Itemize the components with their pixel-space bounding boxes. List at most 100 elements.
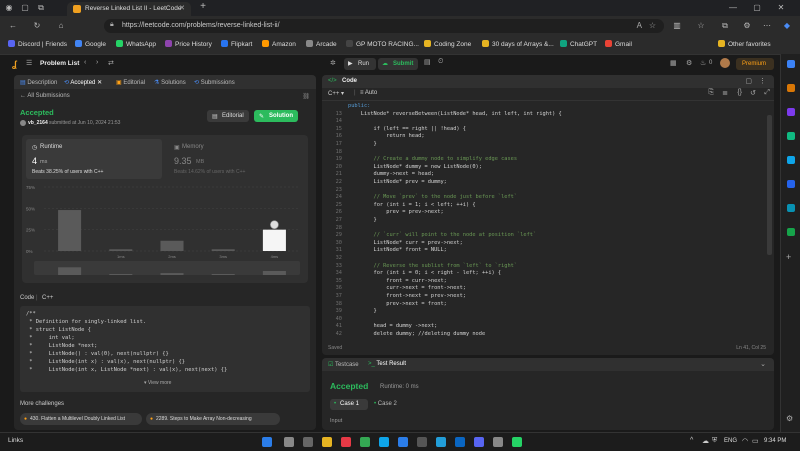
browser-tab-active[interactable]: Reverse Linked List II - LeetCode ✕ (67, 2, 191, 16)
app-icon[interactable] (493, 437, 503, 447)
refresh-icon[interactable]: ↻ (32, 21, 42, 31)
taskbar-links[interactable]: Links (8, 437, 23, 444)
bookmark-item[interactable]: GP MOTO RACING... (346, 40, 419, 48)
app-icon[interactable] (341, 437, 351, 447)
next-problem-icon[interactable]: › (96, 59, 98, 66)
notes-icon[interactable]: ▤ (424, 58, 431, 66)
add-icon[interactable]: + (786, 252, 791, 262)
bookmark-item[interactable]: 30 days of Arrays &... (482, 40, 554, 48)
bookmark-item[interactable]: Flipkart (221, 40, 252, 48)
braces-icon[interactable]: {} (737, 89, 742, 96)
link-icon[interactable]: ⛓ (302, 93, 310, 100)
read-aloud-icon[interactable]: A (637, 21, 642, 30)
url-input[interactable]: 🔒︎ https://leetcode.com/problems/reverse… (104, 19, 664, 33)
tools-icon[interactable] (787, 108, 795, 116)
runtime-card[interactable]: ◷ Runtime 4 ms Beats 38.25% of users wit… (26, 139, 162, 179)
tab-submissions[interactable]: ⟲ Submissions (194, 79, 235, 86)
more-icon[interactable]: ⋯ (762, 21, 772, 31)
bookmark-item[interactable]: Amazon (262, 40, 296, 48)
home-icon[interactable]: ⌂ (56, 21, 66, 31)
task-view-icon[interactable] (303, 437, 313, 447)
challenge-chip[interactable]: ● 430. Flatten a Multilevel Doubly Linke… (20, 413, 142, 425)
code-area[interactable]: public: 13 ListNode* reverseBetween(ListN… (322, 101, 766, 345)
favorites-icon[interactable]: ☆ (696, 21, 706, 31)
format-icon[interactable]: ≣ (722, 89, 728, 97)
bookmark-item[interactable]: WhatsApp (116, 40, 156, 48)
outlook-icon[interactable] (787, 156, 795, 164)
submit-button[interactable]: ☁ Submit (378, 58, 418, 70)
chart-bar[interactable] (160, 240, 184, 251)
view-more-button[interactable]: ▾ View more (144, 380, 171, 386)
solution-button[interactable]: ✎ Solution (254, 110, 298, 122)
bookmark-icon[interactable]: ⎘ (708, 89, 714, 97)
challenge-chip[interactable]: ● 2289. Steps to Make Array Non-decreasi… (146, 413, 280, 425)
file-explorer-icon[interactable] (322, 437, 332, 447)
timer-icon[interactable]: ⏲ (438, 58, 443, 66)
bookmark-item[interactable]: Gmail (605, 40, 632, 48)
premium-button[interactable]: Premium (736, 58, 774, 70)
bookmark-item[interactable]: Google (75, 40, 106, 48)
clock-time[interactable]: 9:34 PM (764, 438, 786, 444)
all-submissions-link[interactable]: ← All Submissions (20, 93, 70, 99)
bookmark-item[interactable]: Price History (165, 40, 212, 48)
edge-icon[interactable] (379, 437, 389, 447)
username[interactable]: vb_2164 (28, 120, 48, 126)
bookmark-item[interactable]: Discord | Friends (8, 40, 67, 48)
reset-icon[interactable]: ↺ (750, 89, 756, 97)
layout-icon[interactable]: ▦ (670, 59, 677, 67)
app-icon[interactable] (417, 437, 427, 447)
tab-testcase[interactable]: ☑ Testcase (328, 361, 359, 368)
collapse-icon[interactable]: ⌄ (760, 360, 766, 368)
tab-editorial[interactable]: ▣ Editorial (116, 79, 145, 86)
onedrive-icon[interactable]: ☁ (702, 437, 709, 445)
bookmark-item[interactable]: Arcade (306, 40, 337, 48)
list-icon[interactable]: ☰ (26, 59, 32, 67)
debug-icon[interactable]: ✲ (330, 59, 336, 67)
leetcode-logo-icon[interactable]: ʆ (12, 59, 22, 69)
maximize-panel-icon[interactable]: ▢ (745, 77, 752, 85)
profile-icon[interactable]: ◉ (4, 3, 14, 13)
language-select[interactable]: C++ ▾ (328, 90, 344, 97)
whatsapp-icon[interactable] (512, 437, 522, 447)
fire-icon[interactable]: ♨ (700, 59, 706, 67)
editorial-button[interactable]: ▤ Editorial (207, 110, 249, 122)
bookmark-item[interactable]: ChatGPT (560, 40, 597, 48)
shuffle-icon[interactable]: ⇄ (108, 59, 114, 67)
workspaces-icon[interactable]: ▢ (20, 3, 30, 13)
chrome-icon[interactable] (360, 437, 370, 447)
submitted-code-block[interactable]: /** * Definition for singly-linked list.… (20, 306, 310, 392)
games-icon[interactable] (787, 132, 795, 140)
tab-solutions[interactable]: ⚗ Solutions (154, 79, 186, 86)
bookmark-item[interactable]: Coding Zone (424, 40, 471, 48)
sidebar-settings-icon[interactable]: ⚙ (786, 414, 793, 423)
office-icon[interactable] (787, 180, 795, 188)
extensions-icon[interactable]: ⚙ (742, 21, 752, 31)
battery-icon[interactable]: ▭ (752, 437, 759, 445)
tab-description[interactable]: ▤ Description (20, 79, 57, 86)
new-tab-icon[interactable]: + (198, 2, 208, 12)
avatar[interactable] (720, 58, 730, 68)
linkedin-icon[interactable] (455, 437, 465, 447)
close-window-icon[interactable]: ✕ (776, 3, 786, 13)
collections-icon[interactable]: ⧉ (720, 21, 730, 31)
more-options-icon[interactable]: ⋮ (759, 77, 766, 85)
back-icon[interactable]: ← (8, 21, 18, 31)
wifi-icon[interactable]: ◠ (742, 437, 748, 445)
bookmark-item[interactable]: Other favorites (718, 40, 771, 48)
telegram-icon[interactable] (436, 437, 446, 447)
problem-list-link[interactable]: Problem List (40, 60, 79, 67)
settings-icon[interactable]: ⚙ (686, 59, 692, 67)
input-language[interactable]: ENG (724, 438, 737, 444)
minimize-icon[interactable]: — (728, 3, 738, 13)
chart-bar[interactable] (109, 249, 133, 251)
security-icon[interactable]: ⛨ (712, 437, 717, 445)
run-button[interactable]: ▶ Run (344, 58, 376, 70)
memory-card[interactable]: ▣ Memory 9.35 MB Beats 14.62% of users w… (168, 139, 304, 179)
discord-icon[interactable] (474, 437, 484, 447)
chart-bar[interactable] (262, 229, 286, 251)
tray-chevron-icon[interactable]: ^ (690, 437, 693, 444)
tab-actions-icon[interactable]: ⧉ (36, 3, 46, 13)
auto-mode-toggle[interactable]: ≡ Auto (360, 90, 377, 96)
search-icon[interactable] (787, 60, 795, 68)
vscode-icon[interactable] (398, 437, 408, 447)
